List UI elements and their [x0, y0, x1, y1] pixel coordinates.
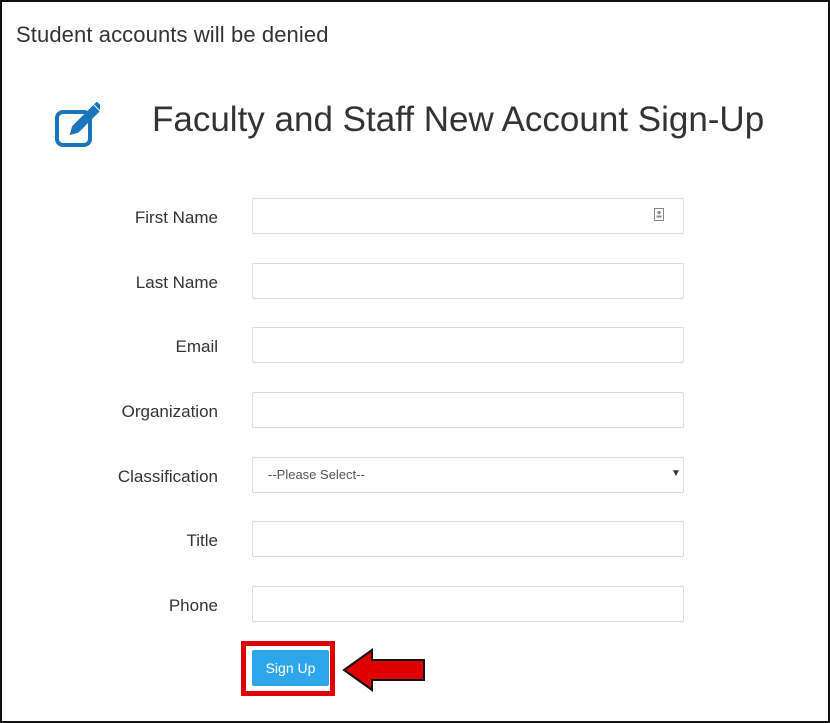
classification-label: Classification [117, 467, 218, 486]
sign-up-button[interactable]: Sign Up [252, 650, 329, 686]
title-row: Title [0, 521, 830, 561]
organization-row: Organization [0, 392, 830, 432]
email-label: Email [175, 337, 218, 356]
organization-label: Organization [121, 402, 218, 421]
phone-label: Phone [168, 596, 218, 615]
email-row: Email [0, 327, 830, 367]
last-name-row: Last Name [0, 263, 830, 303]
phone-row: Phone [0, 586, 830, 626]
student-notice: Student accounts will be denied [16, 22, 329, 47]
first-name-row: First Name [0, 198, 830, 238]
arrow-left-icon [342, 648, 425, 692]
last-name-field[interactable] [252, 263, 684, 299]
last-name-label: Last Name [135, 273, 218, 292]
title-field[interactable] [252, 521, 684, 557]
page-title: Faculty and Staff New Account Sign-Up [152, 100, 765, 139]
caret-down-icon: ▼ [671, 468, 681, 479]
classification-row: Classification --Please Select-- ▼ [0, 457, 830, 497]
title-label: Title [186, 531, 219, 550]
email-field[interactable] [252, 327, 684, 363]
first-name-field[interactable] [252, 198, 684, 234]
contact-card-icon[interactable] [654, 208, 664, 221]
classification-selected-value: --Please Select-- [268, 467, 365, 482]
organization-field[interactable] [252, 392, 684, 428]
first-name-label: First Name [134, 208, 218, 227]
phone-field[interactable] [252, 586, 684, 622]
edit-icon [55, 102, 100, 147]
